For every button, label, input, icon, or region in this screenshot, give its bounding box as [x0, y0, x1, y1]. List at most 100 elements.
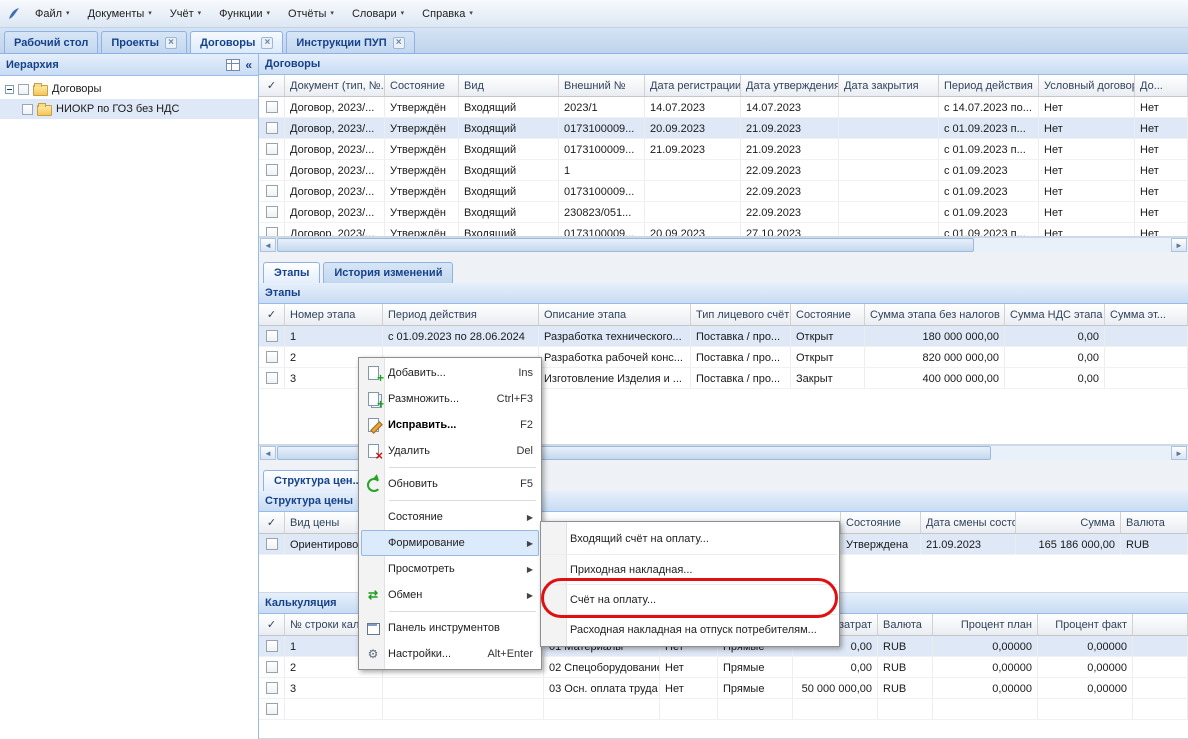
scrollbar-track[interactable]: [277, 238, 1170, 252]
column-header[interactable]: ✓: [259, 614, 285, 635]
table-row[interactable]: Договор, 2023/...УтверждёнВходящий230823…: [259, 202, 1188, 223]
submenu-item-incoming-waybill[interactable]: Приходная накладная...: [543, 554, 837, 584]
tree-checkbox[interactable]: [18, 84, 29, 95]
column-header[interactable]: Период действия: [939, 75, 1039, 96]
row-checkbox[interactable]: [266, 703, 278, 715]
scroll-right-icon[interactable]: ►: [1171, 446, 1187, 460]
menu-item-state[interactable]: Состояние▶: [361, 504, 539, 530]
close-tab-icon[interactable]: ×: [393, 37, 405, 49]
tree-node-contracts[interactable]: Договоры: [0, 79, 258, 99]
menu-accounting[interactable]: Учёт▾: [161, 3, 210, 25]
tab-stages[interactable]: Этапы: [263, 262, 320, 283]
column-header[interactable]: Тип лицевого счёт: [691, 304, 791, 325]
column-header[interactable]: Состояние: [791, 304, 865, 325]
row-checkbox[interactable]: [266, 101, 278, 113]
tree-node-niokr[interactable]: НИОКР по ГОЗ без НДС: [0, 99, 258, 119]
table-row[interactable]: 303 Осн. оплата трудаНетПрямые50 000 000…: [259, 678, 1188, 699]
submenu-item-payment-invoice[interactable]: Счёт на оплату...: [543, 584, 837, 614]
column-header[interactable]: Процент факт: [1038, 614, 1133, 635]
row-checkbox[interactable]: [266, 682, 278, 694]
scroll-left-icon[interactable]: ◄: [260, 238, 276, 252]
menu-reports[interactable]: Отчёты▾: [279, 3, 343, 25]
close-tab-icon[interactable]: ×: [261, 37, 273, 49]
menu-documents[interactable]: Документы▾: [79, 3, 161, 25]
tab-contracts[interactable]: Договоры×: [190, 31, 283, 53]
column-header[interactable]: ✓: [259, 75, 285, 96]
menu-dictionaries[interactable]: Словари▾: [343, 3, 413, 25]
menu-item-view[interactable]: Просмотреть▶: [361, 556, 539, 582]
tab-pup-instructions[interactable]: Инструкции ПУП×: [286, 31, 414, 53]
row-checkbox[interactable]: [266, 661, 278, 673]
column-header[interactable]: Период действия: [383, 304, 539, 325]
row-checkbox[interactable]: [266, 143, 278, 155]
close-tab-icon[interactable]: ×: [165, 37, 177, 49]
column-header[interactable]: Дата смены состо...: [921, 512, 1016, 533]
column-header[interactable]: Дата утверждения: [741, 75, 839, 96]
table-row[interactable]: [259, 699, 1188, 720]
menu-file[interactable]: Файл▾: [26, 3, 79, 25]
column-header[interactable]: Валюта: [1121, 512, 1188, 533]
column-header[interactable]: Условный договор: [1039, 75, 1135, 96]
table-row[interactable]: 1с 01.09.2023 по 28.06.2024Разработка те…: [259, 326, 1188, 347]
column-header[interactable]: ✓: [259, 512, 285, 533]
column-header[interactable]: До...: [1135, 75, 1188, 96]
menu-item-settings[interactable]: ⚙Настройки...Alt+Enter: [361, 641, 539, 667]
menu-item-refresh[interactable]: ОбновитьF5: [361, 471, 539, 497]
scrollbar-thumb[interactable]: [277, 238, 974, 252]
scroll-right-icon[interactable]: ►: [1171, 238, 1187, 252]
table-row[interactable]: Договор, 2023/...УтверждёнВходящий017310…: [259, 181, 1188, 202]
menu-functions[interactable]: Функции▾: [210, 3, 279, 25]
collapse-node-icon[interactable]: [5, 85, 14, 94]
menu-item-exchange[interactable]: ⇄Обмен▶: [361, 582, 539, 608]
tree-checkbox[interactable]: [22, 104, 33, 115]
column-header[interactable]: Процент план: [933, 614, 1038, 635]
menu-item-generate[interactable]: Формирование▶: [361, 530, 539, 556]
tab-history[interactable]: История изменений: [323, 262, 453, 283]
menu-item-toolbar[interactable]: Панель инструментов: [361, 615, 539, 641]
table-row[interactable]: Договор, 2023/...УтверждёнВходящий017310…: [259, 118, 1188, 139]
column-header[interactable]: Сумма НДС этапа: [1005, 304, 1105, 325]
row-checkbox[interactable]: [266, 372, 278, 384]
tree-node-label[interactable]: НИОКР по ГОЗ без НДС: [56, 103, 179, 115]
column-header[interactable]: Сумма: [1016, 512, 1121, 533]
column-header[interactable]: Описание этапа: [539, 304, 691, 325]
menu-help[interactable]: Справка▾: [413, 3, 482, 25]
row-checkbox[interactable]: [266, 164, 278, 176]
table-row[interactable]: Договор, 2023/...УтверждёнВходящий2023/1…: [259, 97, 1188, 118]
row-checkbox[interactable]: [266, 640, 278, 652]
menu-item-delete[interactable]: УдалитьDel: [361, 438, 539, 464]
column-header[interactable]: Документ (тип, №...: [285, 75, 385, 96]
scroll-left-icon[interactable]: ◄: [260, 446, 276, 460]
table-row[interactable]: Договор, 2023/...УтверждёнВходящий017310…: [259, 223, 1188, 237]
row-checkbox[interactable]: [266, 185, 278, 197]
tab-price-structure[interactable]: Структура цен...: [263, 470, 373, 491]
column-header[interactable]: Номер этапа: [285, 304, 383, 325]
table-row[interactable]: Договор, 2023/...УтверждёнВходящий017310…: [259, 139, 1188, 160]
column-header[interactable]: ✓: [259, 304, 285, 325]
menu-item-edit[interactable]: Исправить...F2: [361, 412, 539, 438]
column-header[interactable]: Дата закрытия: [839, 75, 939, 96]
column-header[interactable]: [1133, 614, 1188, 635]
row-checkbox[interactable]: [266, 206, 278, 218]
row-checkbox[interactable]: [266, 538, 278, 550]
table-row[interactable]: Договор, 2023/...УтверждёнВходящий122.09…: [259, 160, 1188, 181]
row-checkbox[interactable]: [266, 122, 278, 134]
menu-item-add[interactable]: Добавить...Ins: [361, 360, 539, 386]
tree-node-label[interactable]: Договоры: [52, 83, 101, 95]
column-header[interactable]: Сумма эт...: [1105, 304, 1188, 325]
column-header[interactable]: Вид: [459, 75, 559, 96]
column-header[interactable]: Внешний №: [559, 75, 645, 96]
row-checkbox[interactable]: [266, 227, 278, 237]
tab-desktop[interactable]: Рабочий стол: [4, 31, 98, 53]
row-checkbox[interactable]: [266, 330, 278, 342]
collapse-panel-icon[interactable]: «: [245, 59, 252, 71]
column-header[interactable]: Состояние: [841, 512, 921, 533]
menu-item-duplicate[interactable]: Размножить...Ctrl+F3: [361, 386, 539, 412]
contracts-hscrollbar[interactable]: ◄ ►: [259, 237, 1188, 252]
column-header[interactable]: Состояние: [385, 75, 459, 96]
tab-projects[interactable]: Проекты×: [101, 31, 187, 53]
submenu-item-incoming-payment-invoice[interactable]: Входящий счёт на оплату...: [543, 524, 837, 554]
column-header[interactable]: Валюта: [878, 614, 933, 635]
view-settings-icon[interactable]: [226, 59, 240, 71]
submenu-item-outgoing-waybill[interactable]: Расходная накладная на отпуск потребител…: [543, 614, 837, 644]
